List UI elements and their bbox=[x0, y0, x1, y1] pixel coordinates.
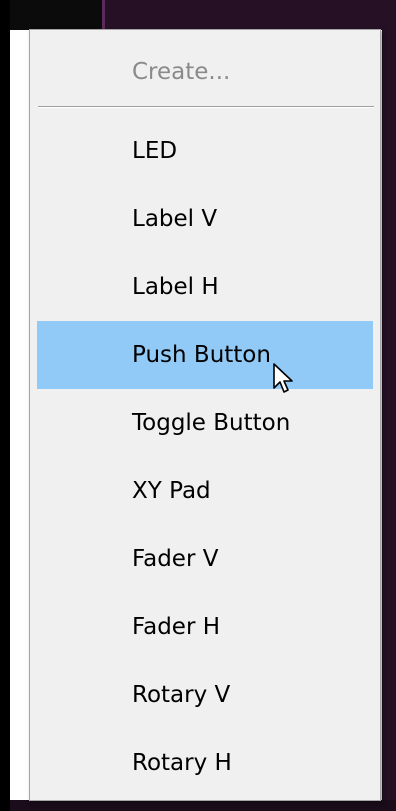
menu-item-xy-pad[interactable]: XY Pad bbox=[37, 457, 373, 525]
menu-items-list: LED Label V Label H Push Button Toggle B… bbox=[30, 117, 380, 797]
menu-header-label: Create... bbox=[132, 59, 231, 85]
menu-item-label: Rotary H bbox=[132, 750, 232, 776]
window-edge-bottom bbox=[10, 800, 396, 811]
menu-item-rotary-h[interactable]: Rotary H bbox=[37, 729, 373, 797]
window-edge-left bbox=[0, 0, 10, 811]
menu-item-label: XY Pad bbox=[132, 478, 211, 504]
menu-item-label-h[interactable]: Label H bbox=[37, 253, 373, 321]
menu-item-label: Label H bbox=[132, 274, 219, 300]
menu-item-rotary-v[interactable]: Rotary V bbox=[37, 661, 373, 729]
menu-item-fader-h[interactable]: Fader H bbox=[37, 593, 373, 661]
menu-item-label: LED bbox=[132, 138, 178, 164]
menu-item-label: Push Button bbox=[132, 342, 271, 368]
menu-item-push-button[interactable]: Push Button bbox=[37, 321, 373, 389]
menu-item-label: Rotary V bbox=[132, 682, 231, 708]
menu-separator-highlight bbox=[38, 107, 374, 108]
menu-item-label: Label V bbox=[132, 206, 218, 232]
menu-item-toggle-button[interactable]: Toggle Button bbox=[37, 389, 373, 457]
menu-item-label-v[interactable]: Label V bbox=[37, 185, 373, 253]
menu-item-label: Fader H bbox=[132, 614, 221, 640]
menu-item-label: Toggle Button bbox=[132, 410, 291, 436]
context-menu: Create... LED Label V Label H Push Butto… bbox=[29, 29, 381, 801]
menu-item-label: Fader V bbox=[132, 546, 219, 572]
window-edge-right bbox=[382, 0, 396, 811]
mouse-pointer-icon bbox=[273, 363, 293, 393]
screen: Create... LED Label V Label H Push Butto… bbox=[0, 0, 396, 811]
menu-item-fader-v[interactable]: Fader V bbox=[37, 525, 373, 593]
window-top-accent-line bbox=[102, 0, 105, 30]
menu-item-led[interactable]: LED bbox=[37, 117, 373, 185]
window-top-dark-region bbox=[10, 0, 102, 30]
window-top-purple-region bbox=[102, 0, 396, 30]
menu-header: Create... bbox=[30, 30, 380, 104]
